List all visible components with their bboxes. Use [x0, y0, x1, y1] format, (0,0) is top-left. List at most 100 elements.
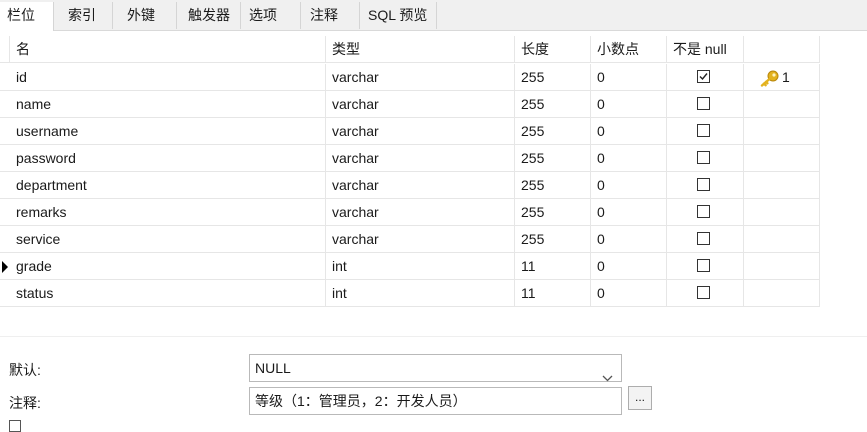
not-null-checkbox[interactable]: [697, 232, 710, 245]
row-pointer-icon: [2, 261, 8, 273]
field-type-cell[interactable]: varchar: [326, 118, 515, 145]
not-null-checkbox[interactable]: [697, 151, 710, 164]
field-decimal-cell[interactable]: 0: [591, 118, 667, 145]
divider: [0, 336, 867, 337]
field-length-cell[interactable]: 255: [515, 91, 591, 118]
key-cell[interactable]: [744, 145, 820, 172]
table-row[interactable]: status int 11 0: [0, 280, 820, 307]
default-value: NULL: [255, 360, 291, 376]
header-decimal[interactable]: 小数点: [591, 36, 667, 63]
table-row[interactable]: department varchar 255 0: [0, 172, 820, 199]
field-type-cell[interactable]: int: [326, 253, 515, 280]
field-length-cell[interactable]: 255: [515, 118, 591, 145]
field-length-cell[interactable]: 11: [515, 280, 591, 307]
field-decimal-cell[interactable]: 0: [591, 226, 667, 253]
header-not-null[interactable]: 不是 null: [667, 36, 744, 63]
header-pointer-col: [0, 36, 10, 63]
tab-indexes[interactable]: 索引: [61, 2, 113, 29]
not-null-cell: [667, 172, 744, 199]
field-decimal-cell[interactable]: 0: [591, 64, 667, 91]
tab-options[interactable]: 选项: [242, 2, 301, 29]
field-type-cell[interactable]: int: [326, 280, 515, 307]
key-cell[interactable]: 1: [744, 64, 820, 91]
row-pointer-cell: [0, 226, 10, 253]
tab-foreign-keys[interactable]: 外键: [120, 2, 177, 29]
field-length-cell[interactable]: 255: [515, 145, 591, 172]
field-name-cell[interactable]: status: [10, 280, 326, 307]
table-row[interactable]: grade int 11 0: [0, 253, 820, 280]
field-decimal-cell[interactable]: 0: [591, 145, 667, 172]
field-type-cell[interactable]: varchar: [326, 64, 515, 91]
tab-bar: 栏位 索引 外键 触发器 选项 注释 SQL 预览: [0, 0, 867, 31]
tab-triggers[interactable]: 触发器: [181, 2, 241, 29]
table-row[interactable]: remarks varchar 255 0: [0, 199, 820, 226]
key-cell[interactable]: [744, 253, 820, 280]
field-decimal-cell[interactable]: 0: [591, 172, 667, 199]
field-name-cell[interactable]: name: [10, 91, 326, 118]
key-cell[interactable]: [744, 280, 820, 307]
field-type-cell[interactable]: varchar: [326, 145, 515, 172]
comment-value: 等级（1：管理员，2：开发人员）: [255, 393, 467, 409]
key-order-label: 1: [782, 69, 790, 85]
not-null-cell: [667, 145, 744, 172]
row-pointer-cell: [0, 199, 10, 226]
field-decimal-cell[interactable]: 0: [591, 253, 667, 280]
field-type-cell[interactable]: varchar: [326, 226, 515, 253]
field-name-cell[interactable]: grade: [10, 253, 326, 280]
not-null-checkbox[interactable]: [697, 124, 710, 137]
not-null-checkbox[interactable]: [697, 259, 710, 272]
table-row[interactable]: name varchar 255 0: [0, 91, 820, 118]
field-length-cell[interactable]: 255: [515, 199, 591, 226]
field-type-cell[interactable]: varchar: [326, 199, 515, 226]
row-pointer-cell: [0, 172, 10, 199]
not-null-checkbox[interactable]: [697, 178, 710, 191]
not-null-cell: [667, 280, 744, 307]
key-icon: [760, 69, 780, 90]
not-null-checkbox[interactable]: [697, 205, 710, 218]
key-cell[interactable]: [744, 172, 820, 199]
comment-label: 注释:: [9, 395, 41, 411]
not-null-checkbox[interactable]: [697, 70, 710, 83]
field-type-cell[interactable]: varchar: [326, 91, 515, 118]
key-cell[interactable]: [744, 91, 820, 118]
field-length-cell[interactable]: 255: [515, 172, 591, 199]
field-decimal-cell[interactable]: 0: [591, 199, 667, 226]
table-row[interactable]: password varchar 255 0: [0, 145, 820, 172]
not-null-checkbox[interactable]: [697, 97, 710, 110]
header-name[interactable]: 名: [10, 36, 326, 63]
header-type[interactable]: 类型: [326, 36, 515, 63]
comment-input[interactable]: 等级（1：管理员，2：开发人员）: [249, 387, 622, 415]
field-name-cell[interactable]: password: [10, 145, 326, 172]
key-cell[interactable]: [744, 199, 820, 226]
row-pointer-cell: [0, 118, 10, 145]
not-null-cell: [667, 118, 744, 145]
tab-fields[interactable]: 栏位: [0, 2, 54, 31]
field-type-cell[interactable]: varchar: [326, 172, 515, 199]
row-pointer-cell: [0, 280, 10, 307]
field-length-cell[interactable]: 255: [515, 226, 591, 253]
default-select[interactable]: NULL: [249, 354, 622, 382]
field-decimal-cell[interactable]: 0: [591, 280, 667, 307]
table-row[interactable]: service varchar 255 0: [0, 226, 820, 253]
field-length-cell[interactable]: 11: [515, 253, 591, 280]
browse-button[interactable]: ...: [628, 386, 652, 410]
table-row[interactable]: username varchar 255 0: [0, 118, 820, 145]
key-cell[interactable]: [744, 118, 820, 145]
row-pointer-cell: [0, 91, 10, 118]
header-length[interactable]: 长度: [515, 36, 591, 63]
not-null-checkbox[interactable]: [697, 286, 710, 299]
tab-comments[interactable]: 注释: [303, 2, 360, 29]
header-key[interactable]: [744, 36, 820, 63]
field-length-cell[interactable]: 255: [515, 64, 591, 91]
key-cell[interactable]: [744, 226, 820, 253]
field-name-cell[interactable]: department: [10, 172, 326, 199]
field-decimal-cell[interactable]: 0: [591, 91, 667, 118]
field-name-cell[interactable]: remarks: [10, 199, 326, 226]
field-name-cell[interactable]: id: [10, 64, 326, 91]
field-name-cell[interactable]: username: [10, 118, 326, 145]
not-null-cell: [667, 91, 744, 118]
field-name-cell[interactable]: service: [10, 226, 326, 253]
table-row[interactable]: id varchar 255 0 1: [0, 64, 820, 91]
tab-sql-preview[interactable]: SQL 预览: [361, 2, 437, 29]
checkbox-icon[interactable]: [9, 420, 21, 432]
